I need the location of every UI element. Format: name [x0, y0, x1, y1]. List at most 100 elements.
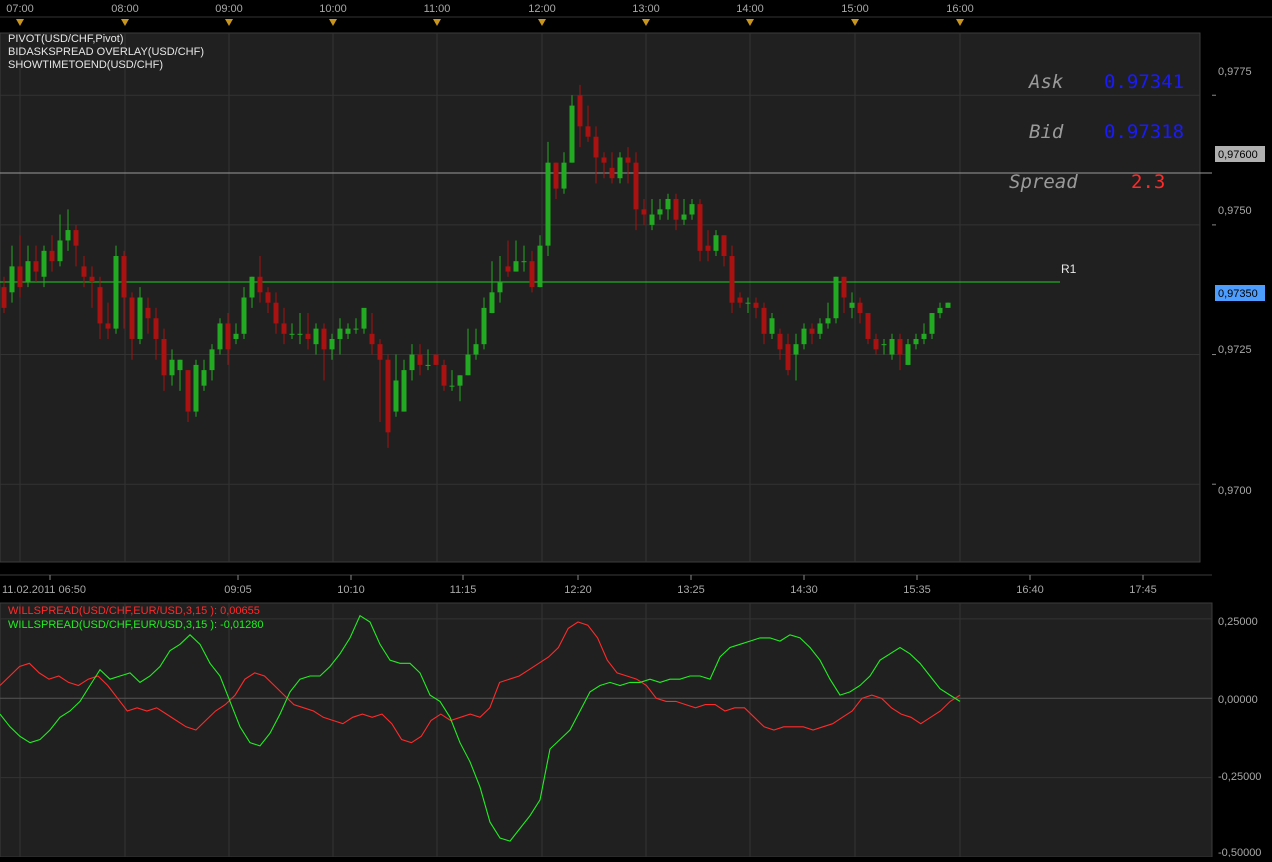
- candle-bear: [265, 292, 271, 303]
- candle-bull: [393, 380, 399, 412]
- candle-bear: [281, 323, 287, 334]
- candle-bull: [329, 338, 335, 350]
- time-marker-label: 11:00: [424, 3, 451, 15]
- candle-bear: [105, 323, 111, 329]
- time-marker-label: 15:00: [841, 3, 869, 15]
- candle-bear: [761, 307, 767, 334]
- osc-tick-label: -0,50000: [1218, 847, 1261, 857]
- time-marker-triangle: [956, 19, 964, 26]
- time-marker-label: 13:00: [632, 3, 660, 15]
- time-marker-triangle: [16, 19, 24, 26]
- candle-bear: [577, 95, 583, 127]
- candle-bear: [585, 126, 591, 137]
- highlight-price-label: 0,97600: [1218, 149, 1258, 161]
- candle-bull: [945, 302, 951, 308]
- time-marker-label: 09:00: [215, 3, 243, 15]
- candle-bear: [737, 297, 743, 303]
- time-axis-label: 11.02.2011 06:50: [2, 584, 86, 596]
- candle-bull: [537, 245, 543, 288]
- osc-tick-label: 0,25000: [1218, 616, 1258, 628]
- candle-bull: [345, 328, 351, 334]
- candle-bull: [929, 313, 935, 334]
- time-marker-triangle: [121, 19, 129, 26]
- candle-bull: [657, 209, 663, 215]
- candle-bear: [377, 344, 383, 360]
- time-marker-label: 07:00: [6, 3, 34, 15]
- candle-bear: [841, 276, 847, 298]
- price-panel[interactable]: [0, 32, 1201, 563]
- candle-bull: [457, 375, 463, 386]
- candle-bear: [185, 370, 191, 412]
- candle-bull: [745, 302, 751, 304]
- candle-bull: [497, 281, 503, 293]
- time-axis-label: 13:25: [677, 584, 705, 596]
- candle-bear: [633, 162, 639, 210]
- candle-bull: [241, 297, 247, 334]
- price-tick-label: 0,9700: [1218, 485, 1252, 497]
- candle-bull: [665, 198, 671, 210]
- candle-bull: [473, 344, 479, 355]
- candle-bull: [849, 302, 855, 308]
- candle-bear: [17, 266, 23, 288]
- candle-bear: [729, 256, 735, 303]
- candle-bear: [33, 261, 39, 272]
- candle-bear: [145, 307, 151, 319]
- candle-bull: [521, 261, 527, 263]
- bid-value: 0.97318: [1104, 121, 1184, 143]
- time-axis-label: 17:45: [1129, 584, 1157, 596]
- candle-bear: [529, 261, 535, 288]
- candle-bull: [337, 328, 343, 339]
- candle-bull: [137, 297, 143, 339]
- time-axis-label: 14:30: [790, 584, 818, 596]
- indicator-pivot: PIVOT(USD/CHF,Pivot): [8, 33, 124, 45]
- candle-bear: [121, 256, 127, 298]
- candle-bull: [513, 261, 519, 272]
- candle-bull: [449, 385, 455, 387]
- candle-bull: [289, 333, 295, 335]
- candle-bull: [793, 344, 799, 355]
- candle-bull: [465, 354, 471, 376]
- candle-bear: [593, 136, 599, 158]
- candle-bear: [777, 333, 783, 350]
- candle-bull: [25, 261, 31, 282]
- candle-bear: [433, 354, 439, 365]
- candle-bull: [769, 318, 775, 334]
- candle-bear: [721, 235, 727, 257]
- candle-bull: [913, 338, 919, 345]
- candle-bull: [617, 157, 623, 179]
- candle-bull: [881, 344, 887, 346]
- candle-bull: [817, 323, 823, 334]
- candle-bear: [153, 318, 159, 339]
- time-marker-triangle: [851, 19, 859, 26]
- candle-bull: [41, 250, 47, 277]
- candle-bear: [1, 287, 7, 308]
- candle-bear: [225, 323, 231, 350]
- willspread-green-legend: WILLSPREAD(USD/CHF,EUR/USD,3,15 ): -0,01…: [8, 619, 264, 631]
- time-marker-triangle: [642, 19, 650, 26]
- candle-bear: [705, 245, 711, 251]
- candle-bear: [369, 333, 375, 345]
- candle-bear: [641, 209, 647, 215]
- candle-bull: [217, 323, 223, 350]
- time-marker-label: 08:00: [111, 3, 139, 15]
- oscillator-panel[interactable]: [0, 602, 1213, 858]
- candle-bear: [753, 302, 759, 308]
- candle-bear: [625, 157, 631, 163]
- candle-bear: [857, 302, 863, 314]
- candle-bull: [401, 370, 407, 412]
- time-marker-label: 10:00: [319, 3, 347, 15]
- candle-bull: [409, 354, 415, 371]
- candle-bull: [361, 307, 367, 329]
- time-axis-label: 12:20: [564, 584, 592, 596]
- candle-bear: [273, 302, 279, 324]
- candle-bear: [81, 266, 87, 277]
- candle-bear: [505, 266, 511, 272]
- pivot-r1-label: R1: [1061, 262, 1077, 276]
- candle-bull: [569, 105, 575, 163]
- spread-label: Spread: [1009, 171, 1078, 193]
- time-scale-top: 07:00 08:00 09:00 10:00 11:00 12:00 13:00 14:00…: [0, 3, 1272, 26]
- candle-bull: [209, 349, 215, 371]
- candle-bear: [305, 333, 311, 339]
- candle-bull: [201, 370, 207, 386]
- candle-bear: [73, 230, 79, 246]
